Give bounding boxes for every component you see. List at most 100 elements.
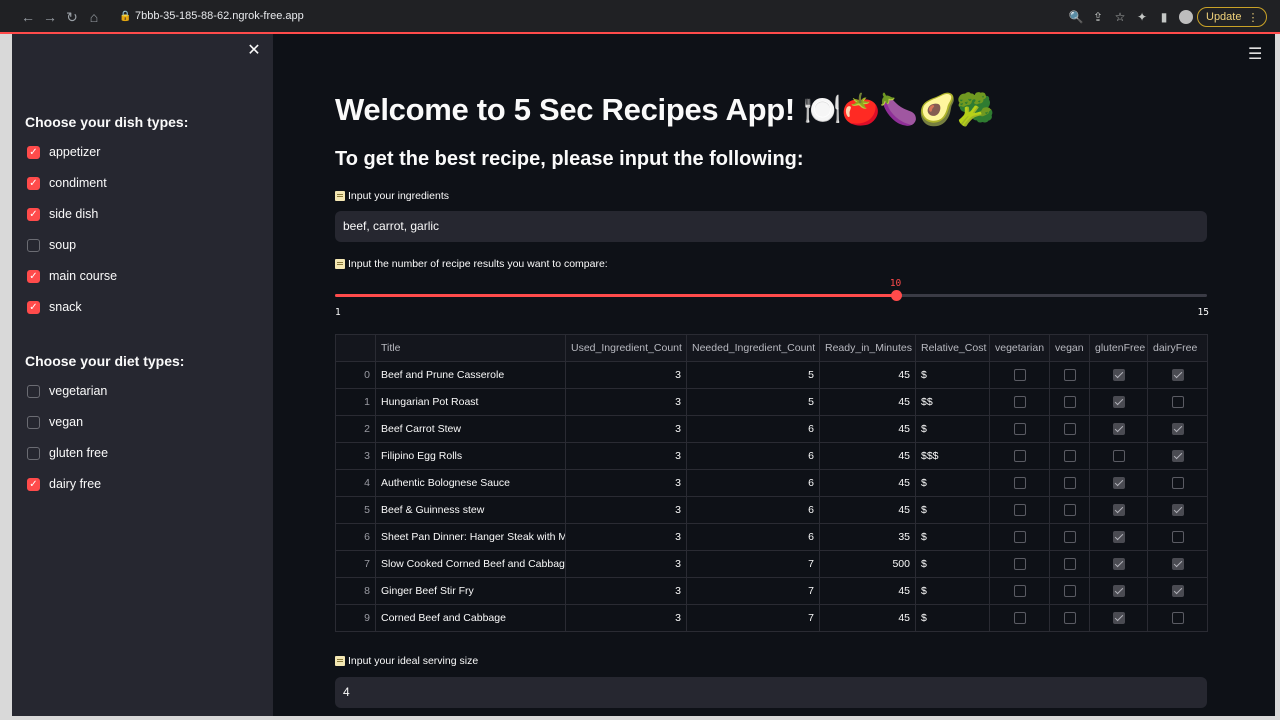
used-ingredient-count: 3 bbox=[565, 604, 687, 632]
page-subtitle: To get the best recipe, please input the… bbox=[335, 148, 804, 170]
needed-ingredient-count: 6 bbox=[686, 469, 820, 497]
checkbox[interactable] bbox=[27, 446, 40, 460]
memo-icon bbox=[335, 656, 345, 666]
close-sidebar-icon[interactable]: ✕ bbox=[246, 43, 262, 59]
recipe-title: Ginger Beef Stir Fry bbox=[375, 577, 566, 605]
vegan-checkbox bbox=[1063, 396, 1076, 409]
main-menu-icon[interactable]: ☰ bbox=[1248, 44, 1262, 64]
checkbox[interactable] bbox=[27, 384, 40, 398]
dish-type-condiment[interactable]: ✓ condiment bbox=[27, 175, 107, 191]
share-icon[interactable]: ⇪ bbox=[1087, 6, 1109, 28]
profile-avatar[interactable] bbox=[1179, 10, 1193, 24]
column-header[interactable]: vegan bbox=[1049, 334, 1090, 362]
recipe-title: Slow Cooked Corned Beef and Cabbage bbox=[375, 550, 566, 578]
address-bar[interactable]: 7bbb-35-185-88-62.ngrok-free.app bbox=[135, 10, 304, 22]
dairyFree-cell bbox=[1147, 388, 1208, 416]
glutenFree-checkbox bbox=[1112, 585, 1125, 598]
dish-type-main-course[interactable]: ✓ main course bbox=[27, 268, 117, 284]
diet-type-dairy-free[interactable]: ✓ dairy free bbox=[27, 476, 101, 492]
diet-type-gluten-free[interactable]: gluten free bbox=[27, 445, 108, 461]
dairyFree-cell bbox=[1147, 442, 1208, 470]
vegetarian-checkbox bbox=[1013, 396, 1026, 409]
home-icon[interactable]: ⌂ bbox=[83, 6, 105, 28]
checkbox[interactable]: ✓ bbox=[27, 269, 40, 283]
slider-thumb[interactable] bbox=[890, 290, 902, 301]
column-header[interactable]: Title bbox=[375, 334, 566, 362]
vegan-checkbox bbox=[1063, 423, 1076, 436]
reload-icon[interactable]: ↻ bbox=[61, 6, 83, 28]
result-count-slider[interactable] bbox=[335, 290, 1207, 301]
vegetarian-cell bbox=[989, 361, 1050, 389]
memo-icon bbox=[335, 259, 345, 269]
dairyFree-checkbox bbox=[1171, 396, 1184, 409]
ingredients-input[interactable]: beef, carrot, garlic bbox=[335, 211, 1207, 242]
checkbox[interactable]: ✓ bbox=[27, 207, 40, 221]
vegetarian-checkbox bbox=[1013, 450, 1026, 463]
relative-cost: $$ bbox=[915, 388, 990, 416]
table-row[interactable]: 9 Corned Beef and Cabbage 3 7 45 $ bbox=[335, 604, 1208, 632]
checkbox[interactable]: ✓ bbox=[27, 477, 40, 491]
slider-min: 1 bbox=[335, 307, 341, 318]
column-header[interactable]: Ready_in_Minutes bbox=[819, 334, 916, 362]
used-ingredient-count: 3 bbox=[565, 496, 687, 524]
back-icon[interactable]: ← bbox=[17, 6, 39, 28]
row-index: 5 bbox=[335, 496, 376, 524]
column-header[interactable]: Used_Ingredient_Count bbox=[565, 334, 687, 362]
dairyFree-checkbox bbox=[1171, 477, 1184, 490]
relative-cost: $ bbox=[915, 469, 990, 497]
lock-icon: 🔒 bbox=[119, 11, 132, 22]
table-row[interactable]: 3 Filipino Egg Rolls 3 6 45 $$$ bbox=[335, 442, 1208, 470]
used-ingredient-count: 3 bbox=[565, 577, 687, 605]
needed-ingredient-count: 5 bbox=[686, 361, 820, 389]
dairyFree-cell bbox=[1147, 415, 1208, 443]
diet-type-vegan[interactable]: vegan bbox=[27, 414, 83, 430]
table-row[interactable]: 1 Hungarian Pot Roast 3 5 45 $$ bbox=[335, 388, 1208, 416]
bookmark-star-icon[interactable]: ☆ bbox=[1109, 6, 1131, 28]
vegetarian-checkbox bbox=[1013, 612, 1026, 625]
table-row[interactable]: 2 Beef Carrot Stew 3 6 45 $ bbox=[335, 415, 1208, 443]
glutenFree-checkbox bbox=[1112, 477, 1125, 490]
ready-in-minutes: 45 bbox=[819, 604, 916, 632]
column-header[interactable]: glutenFree bbox=[1089, 334, 1148, 362]
checkbox-label: main course bbox=[49, 269, 118, 283]
vegan-cell bbox=[1049, 361, 1090, 389]
row-index: 3 bbox=[335, 442, 376, 470]
checkbox[interactable] bbox=[27, 415, 40, 429]
column-header[interactable]: vegetarian bbox=[989, 334, 1050, 362]
diet-type-vegetarian[interactable]: vegetarian bbox=[27, 383, 107, 399]
extensions-icon[interactable]: ✦ bbox=[1131, 6, 1153, 28]
column-header[interactable]: Relative_Cost bbox=[915, 334, 990, 362]
results-table[interactable]: Title Used_Ingredient_Count Needed_Ingredi… bbox=[335, 334, 1208, 632]
dairyFree-cell bbox=[1147, 496, 1208, 524]
vegan-checkbox bbox=[1063, 531, 1076, 544]
dish-type-soup[interactable]: soup bbox=[27, 237, 76, 253]
checkbox[interactable]: ✓ bbox=[27, 145, 40, 159]
dish-type-appetizer[interactable]: ✓ appetizer bbox=[27, 144, 100, 160]
result-count-label: Input the number of recipe results you w… bbox=[335, 258, 608, 270]
table-row[interactable]: 0 Beef and Prune Casserole 3 5 45 $ bbox=[335, 361, 1208, 389]
table-row[interactable]: 7 Slow Cooked Corned Beef and Cabbage 3 7 50… bbox=[335, 550, 1208, 578]
update-button[interactable]: Update ⋮ bbox=[1197, 7, 1268, 27]
side-panel-icon[interactable]: ▮ bbox=[1153, 6, 1175, 28]
forward-icon[interactable]: → bbox=[39, 6, 61, 28]
table-row[interactable]: 5 Beef & Guinness stew 3 6 45 $ bbox=[335, 496, 1208, 524]
table-row[interactable]: 4 Authentic Bolognese Sauce 3 6 45 $ bbox=[335, 469, 1208, 497]
relative-cost: $ bbox=[915, 415, 990, 443]
serving-size-input[interactable]: 4 bbox=[335, 677, 1207, 708]
table-row[interactable]: 6 Sheet Pan Dinner: Hanger Steak with Mus… bbox=[335, 523, 1208, 551]
dairyFree-cell bbox=[1147, 361, 1208, 389]
dish-type-snack[interactable]: ✓ snack bbox=[27, 299, 82, 315]
recipe-title: Hungarian Pot Roast bbox=[375, 388, 566, 416]
recipe-title: Filipino Egg Rolls bbox=[375, 442, 566, 470]
checkbox[interactable]: ✓ bbox=[27, 176, 40, 190]
vegetarian-checkbox bbox=[1013, 531, 1026, 544]
dish-type-side-dish[interactable]: ✓ side dish bbox=[27, 206, 98, 222]
table-row[interactable]: 8 Ginger Beef Stir Fry 3 7 45 $ bbox=[335, 577, 1208, 605]
checkbox[interactable]: ✓ bbox=[27, 300, 40, 314]
column-header[interactable]: Needed_Ingredient_Count bbox=[686, 334, 820, 362]
zoom-icon[interactable]: 🔍 bbox=[1065, 6, 1087, 28]
column-header[interactable] bbox=[335, 334, 376, 362]
column-header[interactable]: dairyFree bbox=[1147, 334, 1208, 362]
recipe-title: Corned Beef and Cabbage bbox=[375, 604, 566, 632]
checkbox[interactable] bbox=[27, 238, 40, 252]
